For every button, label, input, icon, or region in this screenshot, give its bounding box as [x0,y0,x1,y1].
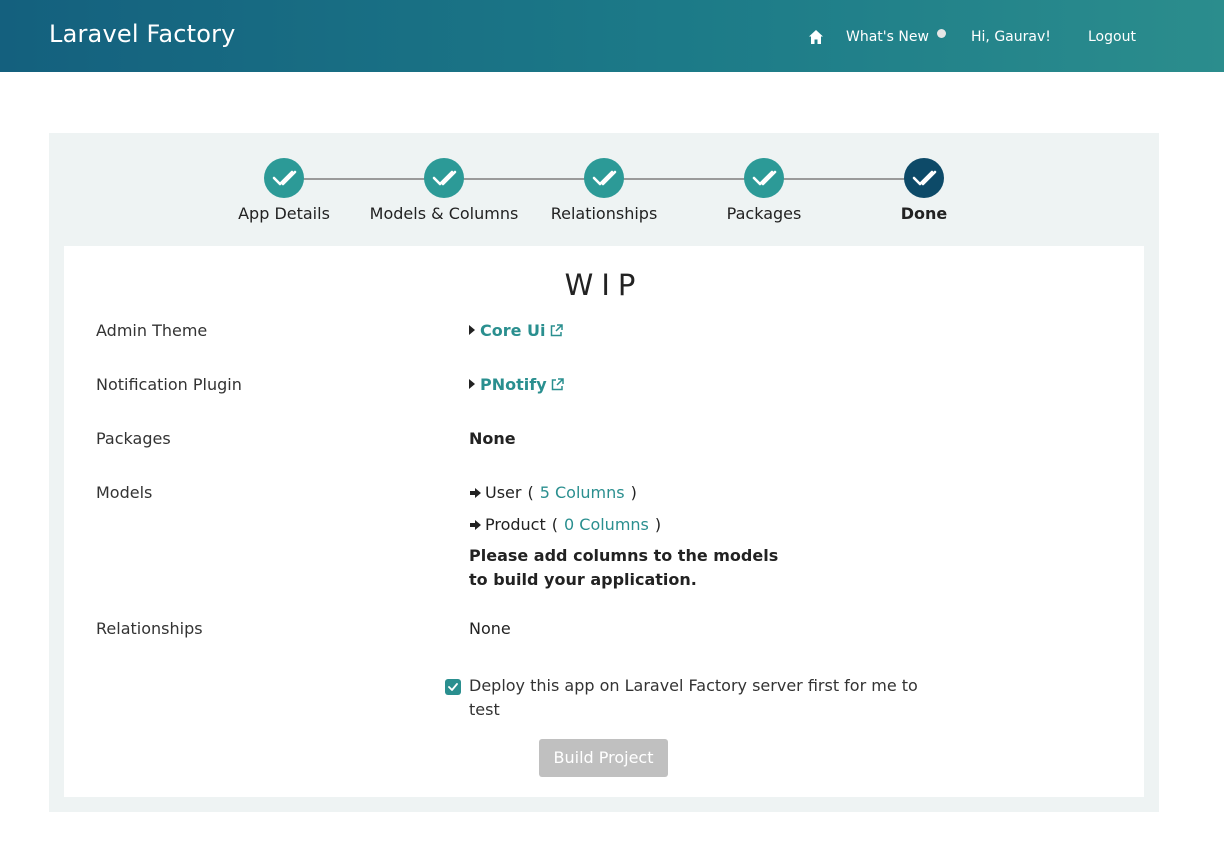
step-complete-circle [264,158,304,198]
model-columns-link[interactable]: 0 Columns [564,515,649,534]
step-app-details[interactable]: App Details [209,158,359,223]
admin-theme-link[interactable]: Core Ui [480,321,546,340]
models-warning-line: Please add columns to the models [469,546,779,565]
models-warning: Please add columns to the models to buil… [469,544,789,592]
step-label: Relationships [550,204,658,223]
top-navbar: Laravel Factory What's New Hi, Gaurav! L… [0,0,1224,72]
arrow-right-icon [469,516,482,535]
arrow-right-icon [469,484,482,503]
double-check-icon [752,170,777,186]
build-project-button[interactable]: Build Project [539,739,668,777]
step-label: App Details [238,204,330,223]
brand-title[interactable]: Laravel Factory [49,20,236,48]
model-item: User(5 Columns) [469,483,643,503]
step-complete-circle [424,158,464,198]
relationships-value: None [469,619,511,638]
notification-plugin-label: Notification Plugin [96,375,242,394]
wizard-panel: App Details Models & Columns Relationshi… [49,133,1159,812]
relationships-label: Relationships [96,619,203,638]
step-done[interactable]: Done [849,158,999,223]
step-models-columns[interactable]: Models & Columns [369,158,519,223]
check-icon [448,683,458,691]
admin-theme-label: Admin Theme [96,321,208,340]
model-columns-link[interactable]: 5 Columns [540,483,625,502]
models-warning-line: to build your application. [469,570,697,589]
step-relationships[interactable]: Relationships [529,158,679,223]
deploy-checkbox[interactable] [445,679,461,695]
caret-right-icon [469,325,475,335]
deploy-checkbox-label[interactable]: Deploy this app on Laravel Factory serve… [469,674,939,722]
step-complete-circle [584,158,624,198]
external-link-icon[interactable] [551,376,564,395]
summary-card: WIP Admin Theme Core Ui Notification Plu… [64,246,1144,797]
packages-label: Packages [96,429,171,448]
caret-right-icon [469,379,475,389]
whats-new-link[interactable]: What's New [846,29,929,45]
packages-value: None [469,429,516,448]
home-icon[interactable] [807,28,825,46]
double-check-icon [912,170,937,186]
step-packages[interactable]: Packages [689,158,839,223]
double-check-icon [432,170,457,186]
project-title: WIP [564,268,644,302]
notification-plugin-link[interactable]: PNotify [480,375,547,394]
model-name: Product [485,515,546,534]
step-label: Done [900,204,948,223]
logout-link[interactable]: Logout [1088,29,1136,45]
double-check-icon [272,170,297,186]
external-link-icon[interactable] [550,322,563,341]
model-item: Product(0 Columns) [469,515,667,535]
step-active-circle [904,158,944,198]
models-label: Models [96,483,153,502]
model-name: User [485,483,522,502]
step-label: Models & Columns [369,204,519,223]
notification-plugin-value: PNotify [469,375,564,395]
notification-dot [937,29,946,38]
step-complete-circle [744,158,784,198]
admin-theme-value: Core Ui [469,321,563,341]
step-label: Packages [726,204,802,223]
user-greeting-link[interactable]: Hi, Gaurav! [971,29,1051,45]
double-check-icon [592,170,617,186]
